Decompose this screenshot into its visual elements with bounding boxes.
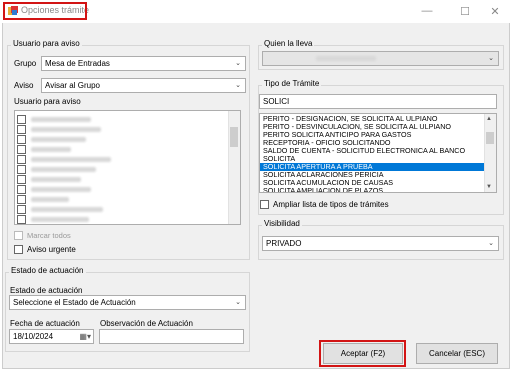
usuario-group-label: Usuario para aviso	[11, 39, 82, 48]
list-item[interactable]	[17, 205, 26, 214]
fecha-value: 18/10/2024	[13, 332, 54, 341]
chevron-down-icon: ⌄	[235, 82, 241, 89]
aviso-urgente-checkbox[interactable]	[14, 245, 23, 254]
redacted-text	[31, 117, 91, 122]
list-item[interactable]	[17, 165, 26, 174]
grupo-select[interactable]: Mesa de Entradas ⌄	[41, 56, 246, 71]
checkbox[interactable]	[17, 195, 26, 204]
aviso-value: Avisar al Grupo	[45, 81, 100, 90]
tipo-tramite-items: PERITO - DESIGNACION, SE SOLICITA AL ULP…	[260, 115, 486, 193]
scroll-thumb[interactable]	[486, 132, 494, 144]
quien-lleva-select[interactable]: ⌄	[262, 51, 499, 66]
grupo-value: Mesa de Entradas	[45, 59, 110, 68]
redacted-text	[31, 217, 89, 222]
marcar-todos-label: Marcar todos	[27, 231, 71, 240]
checkbox[interactable]	[14, 231, 23, 240]
fecha-input[interactable]: 18/10/2024 ▦▾	[9, 329, 94, 344]
observacion-label: Observación de Actuación	[100, 319, 193, 328]
redacted-text	[31, 167, 96, 172]
redacted-text	[316, 56, 376, 61]
scroll-thumb[interactable]	[230, 127, 238, 147]
checkbox[interactable]	[17, 215, 26, 224]
fecha-label: Fecha de actuación	[10, 319, 80, 328]
list-item[interactable]	[17, 115, 26, 124]
redacted-text	[31, 207, 103, 212]
tipo-tramite-list[interactable]: PERITO - DESIGNACION, SE SOLICITA AL ULP…	[259, 113, 497, 193]
checkbox[interactable]	[17, 135, 26, 144]
checkbox[interactable]	[17, 155, 26, 164]
visibilidad-value: PRIVADO	[266, 239, 302, 248]
quien-lleva-label: Quien la lleva	[262, 39, 315, 48]
list-item[interactable]	[17, 195, 26, 204]
minimize-icon: —	[421, 5, 433, 17]
aviso-select[interactable]: Avisar al Grupo ⌄	[41, 78, 246, 93]
checkbox[interactable]	[17, 165, 26, 174]
minimize-button[interactable]: —	[410, 0, 444, 22]
chevron-down-icon: ⌄	[235, 299, 241, 306]
maximize-button[interactable]: ☐	[448, 0, 482, 22]
marcar-todos-checkbox[interactable]	[14, 231, 23, 240]
aviso-label: Aviso	[14, 81, 34, 90]
scroll-down-icon[interactable]: ▼	[486, 184, 492, 190]
redacted-text	[31, 147, 71, 152]
checkbox[interactable]	[17, 145, 26, 154]
estado-value: Seleccione el Estado de Actuación	[13, 298, 136, 307]
list-item[interactable]	[17, 145, 26, 154]
list-item[interactable]	[17, 185, 26, 194]
estado-select[interactable]: Seleccione el Estado de Actuación ⌄	[9, 295, 246, 310]
usuario-list-scrollbar[interactable]	[228, 111, 240, 224]
visibilidad-select[interactable]: PRIVADO ⌄	[262, 236, 499, 251]
maximize-icon: ☐	[460, 5, 470, 18]
visibilidad-label: Visibilidad	[262, 219, 302, 228]
tipo-tramite-scrollbar[interactable]: ▲ ▼	[484, 114, 496, 192]
checkbox[interactable]	[17, 185, 26, 194]
checkbox[interactable]	[17, 205, 26, 214]
observacion-input[interactable]	[99, 329, 244, 344]
close-icon: ✕	[490, 5, 500, 18]
checkbox[interactable]	[17, 125, 26, 134]
scroll-up-icon[interactable]: ▲	[486, 116, 492, 122]
estado-group-label: Estado de actuación	[9, 266, 86, 275]
calendar-icon[interactable]: ▦▾	[79, 332, 91, 341]
aceptar-button[interactable]: Aceptar (F2)	[323, 343, 403, 364]
cancelar-button[interactable]: Cancelar (ESC)	[416, 343, 498, 364]
redacted-text	[31, 187, 91, 192]
redacted-text	[31, 137, 86, 142]
list-item[interactable]	[17, 175, 26, 184]
tipo-tramite-label: Tipo de Trámite	[262, 79, 322, 88]
checkbox[interactable]	[17, 175, 26, 184]
ampliar-label: Ampliar lista de tipos de trámites	[273, 200, 389, 209]
list-item[interactable]	[17, 215, 26, 224]
redacted-text	[31, 127, 101, 132]
checkbox[interactable]	[17, 115, 26, 124]
checkbox[interactable]	[14, 245, 23, 254]
ampliar-checkbox[interactable]	[260, 200, 269, 209]
redacted-text	[31, 197, 69, 202]
usuario-list-label: Usuario para aviso	[14, 97, 81, 106]
redacted-text	[31, 177, 81, 182]
title-highlight	[3, 2, 87, 20]
list-item[interactable]	[17, 125, 26, 134]
list-item[interactable]	[17, 135, 26, 144]
checkbox[interactable]	[260, 200, 269, 209]
estado-field-label: Estado de actuación	[10, 286, 83, 295]
list-item[interactable]	[17, 155, 26, 164]
close-button[interactable]: ✕	[478, 0, 512, 22]
grupo-label: Grupo	[14, 59, 37, 68]
aviso-urgente-label: Aviso urgente	[27, 245, 76, 254]
tipo-tramite-item[interactable]: SOLICITA AMPLIACION DE PLAZOS	[260, 187, 486, 193]
tipo-tramite-search-input[interactable]: SOLICI	[259, 94, 497, 109]
chevron-down-icon: ⌄	[235, 60, 241, 67]
usuario-list[interactable]	[14, 110, 241, 225]
chevron-down-icon: ⌄	[488, 240, 494, 247]
redacted-text	[31, 157, 111, 162]
chevron-down-icon: ⌄	[488, 55, 494, 62]
